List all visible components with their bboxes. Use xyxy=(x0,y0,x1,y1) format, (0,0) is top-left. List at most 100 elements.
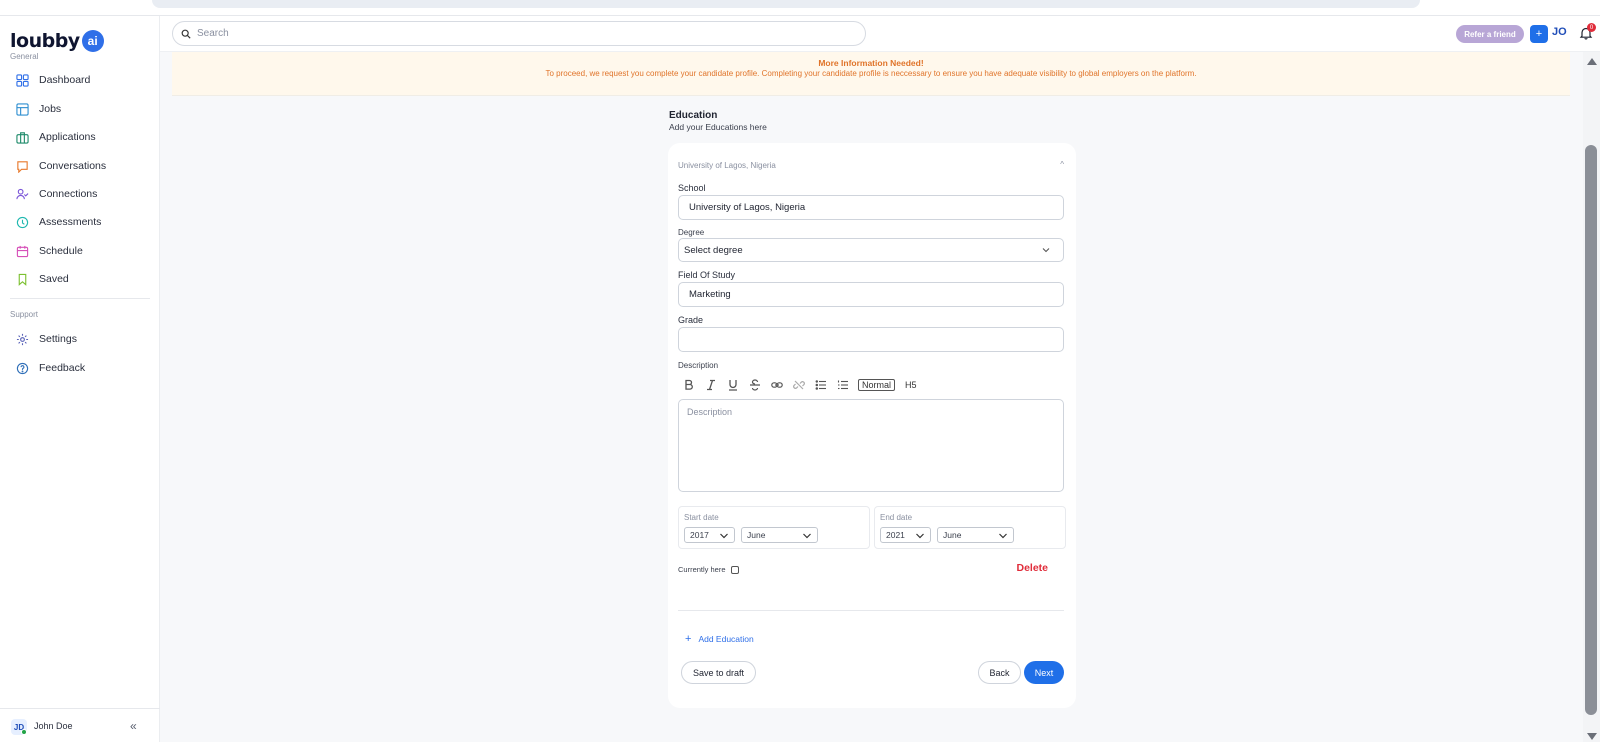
section-label-general: General xyxy=(10,52,39,61)
card-divider xyxy=(678,610,1064,611)
add-education-button[interactable]: + Add Education xyxy=(685,633,754,645)
logo[interactable]: loubby ai xyxy=(10,30,104,52)
bullet-list-button[interactable] xyxy=(810,377,832,393)
search-input[interactable] xyxy=(197,28,837,39)
chevron-down-icon xyxy=(803,533,811,539)
banner-text: To proceed, we request you complete your… xyxy=(545,69,1197,78)
school-field[interactable]: University of Lagos, Nigeria xyxy=(678,195,1064,220)
bold-button[interactable] xyxy=(678,377,700,393)
sidebar-item-label: Jobs xyxy=(39,103,62,115)
sidebar-user-footer: JD John Doe « xyxy=(0,708,160,742)
section-label-support: Support xyxy=(10,310,39,319)
add-button[interactable]: + xyxy=(1530,25,1548,43)
sidebar-item-label: Connections xyxy=(39,188,98,200)
sidebar-item-label: Applications xyxy=(39,131,96,143)
heading-5-button[interactable]: H5 xyxy=(905,380,917,390)
browser-address-pill xyxy=(152,0,1420,8)
underline-button[interactable] xyxy=(722,377,744,393)
start-date-label: Start date xyxy=(684,513,719,522)
topbar: Refer a friend + JO 0 xyxy=(160,16,1600,52)
education-entry-header[interactable]: University of Lagos, Nigeria xyxy=(678,161,776,170)
sidebar-item-label: Schedule xyxy=(39,245,83,257)
search-icon xyxy=(181,29,191,39)
help-circle-icon xyxy=(16,362,29,374)
refer-friend-button[interactable]: Refer a friend xyxy=(1456,25,1524,43)
grid-icon xyxy=(16,73,29,87)
end-date-group: End date 2021 June xyxy=(874,506,1066,549)
strikethrough-icon xyxy=(750,379,760,391)
user-name[interactable]: John Doe xyxy=(34,721,73,731)
end-year-value: 2021 xyxy=(886,530,905,540)
sidebar-item-conversations[interactable]: Conversations xyxy=(16,157,106,175)
sidebar-item-label: Dashboard xyxy=(39,74,91,86)
clock-icon xyxy=(16,216,29,228)
sidebar-item-applications[interactable]: Applications xyxy=(16,128,96,146)
ordered-list-icon xyxy=(837,380,848,390)
layout-icon xyxy=(16,102,29,116)
link-button[interactable] xyxy=(766,377,788,393)
gear-icon xyxy=(16,333,29,345)
start-date-group: Start date 2017 June xyxy=(678,506,870,549)
currently-here-row: Currently here xyxy=(678,565,739,574)
delete-education-button[interactable]: Delete xyxy=(1016,562,1048,574)
italic-icon xyxy=(707,379,715,391)
school-label: School xyxy=(678,183,706,193)
user-menu-initials[interactable]: JO xyxy=(1552,26,1567,38)
add-education-label: Add Education xyxy=(698,634,754,644)
ordered-list-button[interactable] xyxy=(832,377,854,393)
start-year-value: 2017 xyxy=(690,530,709,540)
sidebar-item-connections[interactable]: Connections xyxy=(16,185,97,203)
scrollbar-thumb[interactable] xyxy=(1585,145,1597,715)
unlink-icon xyxy=(793,380,805,390)
scroll-up-arrow[interactable] xyxy=(1587,58,1597,65)
online-status-dot xyxy=(21,729,27,735)
degree-select[interactable]: Select degree xyxy=(678,238,1064,262)
next-button[interactable]: Next xyxy=(1024,661,1064,684)
field-of-study-field[interactable]: Marketing xyxy=(678,282,1064,307)
back-button[interactable]: Back xyxy=(978,661,1021,684)
search-bar[interactable] xyxy=(172,21,866,46)
banner-title: More Information Needed! xyxy=(818,58,924,68)
plus-icon: + xyxy=(685,633,692,645)
sidebar-item-saved[interactable]: Saved xyxy=(16,270,69,288)
end-date-label: End date xyxy=(880,513,913,522)
unlink-button[interactable] xyxy=(788,377,810,393)
paragraph-style-select[interactable]: Normal xyxy=(858,379,896,391)
calendar-icon xyxy=(16,245,29,257)
collapse-sidebar-button[interactable]: « xyxy=(130,719,137,733)
end-year-select[interactable]: 2021 xyxy=(880,527,931,543)
page-subtitle: Add your Educations here xyxy=(669,122,767,132)
start-year-select[interactable]: 2017 xyxy=(684,527,735,543)
save-draft-button[interactable]: Save to draft xyxy=(681,661,756,684)
sidebar-item-feedback[interactable]: Feedback xyxy=(16,359,85,377)
currently-here-label: Currently here xyxy=(678,565,726,574)
user-check-icon xyxy=(16,188,29,199)
bullet-list-icon xyxy=(815,380,826,390)
scroll-down-arrow[interactable] xyxy=(1587,733,1597,740)
strikethrough-button[interactable] xyxy=(744,377,766,393)
chevron-up-icon[interactable]: ^ xyxy=(1060,160,1064,169)
rich-text-toolbar: Normal H5 xyxy=(678,377,917,393)
sidebar-item-settings[interactable]: Settings xyxy=(16,330,77,348)
sidebar-item-assessments[interactable]: Assessments xyxy=(16,213,101,231)
underline-icon xyxy=(729,380,737,391)
sidebar: loubby ai General Dashboard Jobs Applica… xyxy=(0,16,160,742)
chevron-down-icon xyxy=(916,533,924,539)
sidebar-item-label: Assessments xyxy=(39,216,102,228)
sidebar-item-dashboard[interactable]: Dashboard xyxy=(16,71,90,89)
chevron-down-icon xyxy=(999,533,1007,539)
chevron-down-icon xyxy=(1042,248,1050,253)
end-month-value: June xyxy=(943,530,962,540)
grade-label: Grade xyxy=(678,315,704,325)
sidebar-item-jobs[interactable]: Jobs xyxy=(16,100,61,118)
grade-field[interactable] xyxy=(678,327,1064,352)
italic-button[interactable] xyxy=(700,377,722,393)
start-month-select[interactable]: June xyxy=(741,527,818,543)
end-month-select[interactable]: June xyxy=(937,527,1014,543)
education-card: University of Lagos, Nigeria ^ School Un… xyxy=(668,143,1076,708)
sidebar-divider xyxy=(10,298,150,299)
sidebar-item-schedule[interactable]: Schedule xyxy=(16,242,83,260)
currently-here-checkbox[interactable] xyxy=(730,565,739,574)
sidebar-item-label: Feedback xyxy=(39,362,86,374)
description-textarea[interactable]: Description xyxy=(678,399,1064,492)
